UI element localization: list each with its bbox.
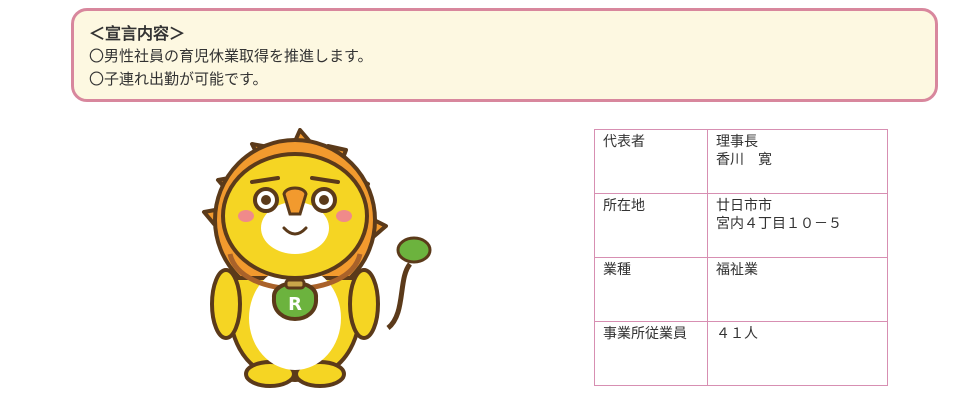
value-line: 香川 寛 xyxy=(716,152,772,168)
declaration-heading: ＜宣言内容＞ xyxy=(89,24,186,43)
info-table: 代表者 理事長 香川 寛 所在地 廿日市市 宮内４丁目１０－５ 業種 福祉業 事… xyxy=(594,129,888,386)
declaration-box: ＜宣言内容＞ 〇男性社員の育児休業取得を推進します。 〇子連れ出勤が可能です。 xyxy=(71,8,938,102)
row-label: 事業所従業員 xyxy=(594,321,708,386)
table-row: 所在地 廿日市市 宮内４丁目１０－５ xyxy=(594,193,888,258)
row-value: 福祉業 xyxy=(707,257,888,322)
value-line: 廿日市市 xyxy=(716,198,772,214)
row-label: 代表者 xyxy=(594,129,708,194)
row-value: 理事長 香川 寛 xyxy=(707,129,888,194)
value-line: 宮内４丁目１０－５ xyxy=(716,216,842,232)
badge-letter: R xyxy=(288,294,302,315)
value-line: 理事長 xyxy=(716,134,758,150)
row-label: 業種 xyxy=(594,257,708,322)
lion-mascot-icon: R xyxy=(202,128,432,388)
value-line: ４１人 xyxy=(716,326,758,342)
table-row: 事業所従業員 ４１人 xyxy=(594,321,888,386)
table-row: 業種 福祉業 xyxy=(594,257,888,322)
row-value: 廿日市市 宮内４丁目１０－５ xyxy=(707,193,888,258)
declaration-item: 〇男性社員の育児休業取得を推進します。 xyxy=(89,47,373,65)
table-row: 代表者 理事長 香川 寛 xyxy=(594,129,888,194)
row-value: ４１人 xyxy=(707,321,888,386)
declaration-item: 〇子連れ出勤が可能です。 xyxy=(89,70,268,88)
value-line: 福祉業 xyxy=(716,262,758,278)
row-label: 所在地 xyxy=(594,193,708,258)
